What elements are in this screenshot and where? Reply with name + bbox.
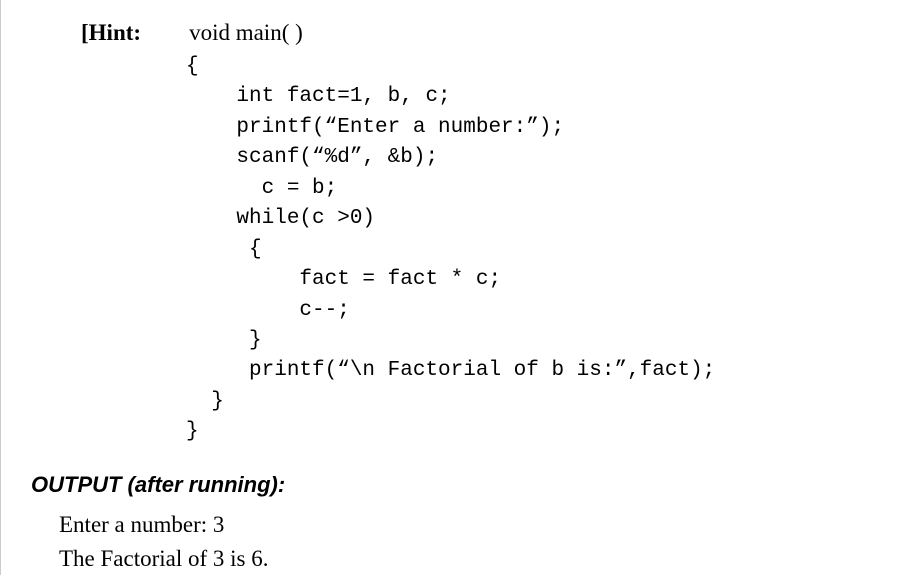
output-heading: OUTPUT (after running): bbox=[31, 472, 882, 498]
output-line: Enter a number: 3 bbox=[59, 508, 882, 543]
code-block: { int fact=1, b, c; printf(“Enter a numb… bbox=[186, 52, 882, 448]
output-line: The Factorial of 3 is 6. bbox=[59, 542, 882, 577]
function-signature: void main( ) bbox=[189, 20, 303, 46]
hint-line: [Hint: void main( ) bbox=[81, 20, 882, 46]
hint-label: [Hint: bbox=[81, 20, 141, 46]
output-lines: Enter a number: 3 The Factorial of 3 is … bbox=[59, 508, 882, 577]
